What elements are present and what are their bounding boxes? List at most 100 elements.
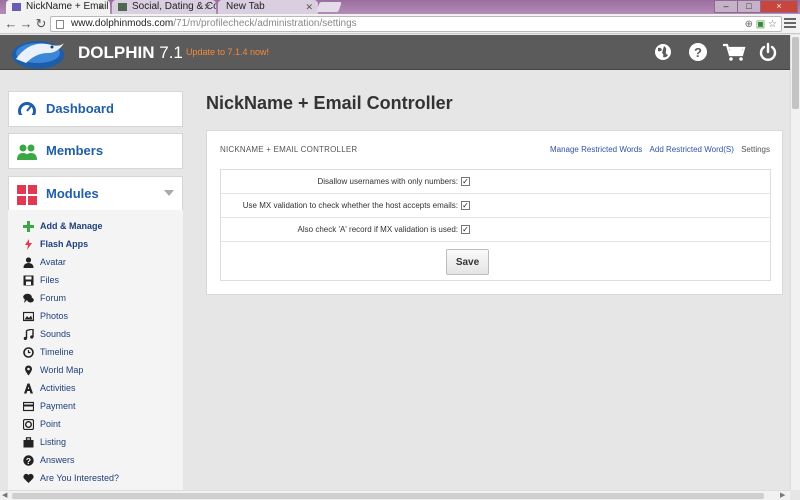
module-item-answers[interactable]: ? Answers [8, 452, 183, 470]
settings-tab[interactable]: Settings [741, 145, 770, 154]
browser-toolbar: ← → ↻ www.dolphinmods.com/71/m/profilech… [0, 14, 800, 34]
dolphin-logo[interactable] [8, 35, 68, 70]
module-item-world-map[interactable]: World Map [8, 362, 183, 380]
vertical-scroll-thumb[interactable] [792, 37, 799, 109]
minimize-button[interactable]: – [714, 0, 738, 13]
module-item-avatar[interactable]: Avatar [8, 254, 183, 272]
sidebar-item-dashboard[interactable]: Dashboard [8, 91, 183, 127]
browser-menu-button[interactable] [784, 17, 796, 29]
back-arrow-icon: ← [4, 16, 18, 31]
sidebar-item-label: Dashboard [46, 101, 114, 116]
url-path: /71/m/profilecheck/administration/settin… [173, 18, 357, 29]
manage-restricted-words-link[interactable]: Manage Restricted Words [550, 145, 642, 154]
maximize-icon: □ [746, 1, 752, 11]
module-item-sounds[interactable]: Sounds [8, 326, 183, 344]
module-item-are-you-interested[interactable]: Are You Interested? [8, 470, 183, 488]
settings-panel: NICKNAME + EMAIL CONTROLLER Manage Restr… [206, 130, 783, 295]
vertical-scrollbar[interactable] [790, 35, 800, 490]
chevron-down-icon[interactable] [164, 190, 174, 196]
module-item-label: Sounds [40, 329, 71, 339]
browser-tab-strip: NickName + Email C ✕ Social, Dating & Co… [0, 0, 800, 14]
brand-version: 7.1 [159, 43, 183, 62]
module-item-files[interactable]: Files [8, 272, 183, 290]
tab-title: New Tab [226, 1, 265, 12]
globe-icon[interactable] [653, 42, 673, 62]
bookmark-star-icon[interactable]: ☆ [768, 19, 777, 30]
minimize-icon: – [723, 1, 729, 11]
url-domain: www.dolphinmods.com [71, 18, 174, 29]
save-button[interactable]: Save [446, 249, 489, 275]
module-item-payment[interactable]: Payment [8, 398, 183, 416]
activities-icon [24, 383, 33, 394]
maximize-button[interactable]: □ [737, 0, 761, 13]
add-restricted-words-link[interactable]: Add Restricted Word(S) [650, 145, 734, 154]
browser-tab-social[interactable]: Social, Dating & Cor ✕ [112, 0, 216, 14]
module-item-flash-apps[interactable]: Flash Apps [8, 236, 183, 254]
heart-icon [23, 473, 34, 483]
setting-label: Disallow usernames with only numbers: [317, 177, 459, 186]
sidebar-item-modules[interactable]: Modules [8, 176, 183, 212]
update-link[interactable]: Update to 7.1.4 now! [186, 47, 269, 57]
module-item-photos[interactable]: Photos [8, 308, 183, 326]
scroll-left-icon[interactable]: ◀ [2, 491, 7, 499]
close-icon: × [776, 1, 782, 11]
module-item-label: Payment [40, 401, 76, 411]
close-window-button[interactable]: × [760, 0, 798, 13]
cart-icon[interactable] [722, 42, 746, 62]
extension-icon[interactable]: ▣ [756, 19, 765, 30]
plus-icon [23, 221, 34, 232]
map-pin-icon [25, 365, 32, 376]
tab-close-icon[interactable]: ✕ [97, 0, 105, 14]
module-list: Add & Manage Flash Apps Avatar Files For… [8, 210, 183, 500]
module-item-point[interactable]: Point [8, 416, 183, 434]
power-icon[interactable] [758, 42, 778, 62]
tab-close-icon[interactable]: ✕ [203, 0, 211, 14]
only-numbers-checkbox[interactable]: ✓ [461, 177, 470, 186]
favicon-icon [118, 3, 127, 11]
module-item-label: Activities [40, 383, 76, 393]
module-item-activities[interactable]: Activities [8, 380, 183, 398]
module-item-label: Files [40, 275, 60, 285]
module-item-label: Photos [40, 311, 69, 321]
module-item-label: Are You Interested? [40, 473, 120, 483]
scroll-right-icon[interactable]: ▶ [780, 491, 785, 499]
help-icon[interactable]: ? [688, 42, 708, 62]
setting-label: Use MX validation to check whether the h… [242, 201, 458, 210]
mx-validation-checkbox[interactable]: ✓ [461, 201, 470, 210]
brand-name: DOLPHIN 7.1 [78, 43, 183, 62]
favicon-icon [12, 3, 21, 11]
back-button[interactable]: ← [3, 16, 19, 32]
module-item-listing[interactable]: Listing [8, 434, 183, 452]
module-item-add-manage[interactable]: Add & Manage [8, 218, 183, 236]
sidebar-item-label: Modules [46, 186, 99, 201]
person-icon [23, 257, 34, 268]
reload-button[interactable]: ↻ [33, 16, 49, 32]
forward-arrow-icon: → [19, 16, 33, 31]
browser-tab-active[interactable]: NickName + Email C ✕ [6, 0, 110, 14]
reload-icon: ↻ [35, 16, 47, 31]
browser-tab-new[interactable]: New Tab ✕ [218, 0, 318, 14]
module-item-label: Listing [40, 437, 67, 447]
setting-row-only-numbers: Disallow usernames with only numbers: ✓ [221, 170, 770, 194]
forward-button[interactable]: → [18, 16, 34, 32]
horizontal-scrollbar[interactable]: ◀ ▶ [0, 490, 790, 500]
sidebar: Dashboard Members Modules Add & Manage F… [0, 70, 192, 500]
music-icon [23, 329, 34, 340]
setting-label: Also check 'A' record if MX validation i… [297, 225, 458, 234]
zoom-icon[interactable]: ⊕ [745, 19, 753, 30]
modules-grid-icon [17, 185, 37, 205]
module-item-timeline[interactable]: Timeline [8, 344, 183, 362]
omnibox-actions: ⊕ ▣ ☆ [745, 18, 777, 32]
settings-form: Disallow usernames with only numbers: ✓ … [220, 169, 771, 281]
new-tab-button[interactable] [316, 2, 342, 12]
app-header: DOLPHIN 7.1 Update to 7.1.4 now! ? [0, 35, 790, 70]
module-item-label: Forum [40, 293, 67, 303]
horizontal-scroll-thumb[interactable] [12, 493, 764, 499]
a-record-checkbox[interactable]: ✓ [461, 225, 470, 234]
address-bar[interactable]: www.dolphinmods.com/71/m/profilecheck/ad… [50, 16, 782, 32]
sidebar-item-members[interactable]: Members [8, 133, 183, 169]
module-item-forum[interactable]: Forum [8, 290, 183, 308]
credit-card-icon [23, 401, 34, 412]
module-item-label: Timeline [40, 347, 74, 357]
tab-close-icon[interactable]: ✕ [305, 0, 313, 14]
